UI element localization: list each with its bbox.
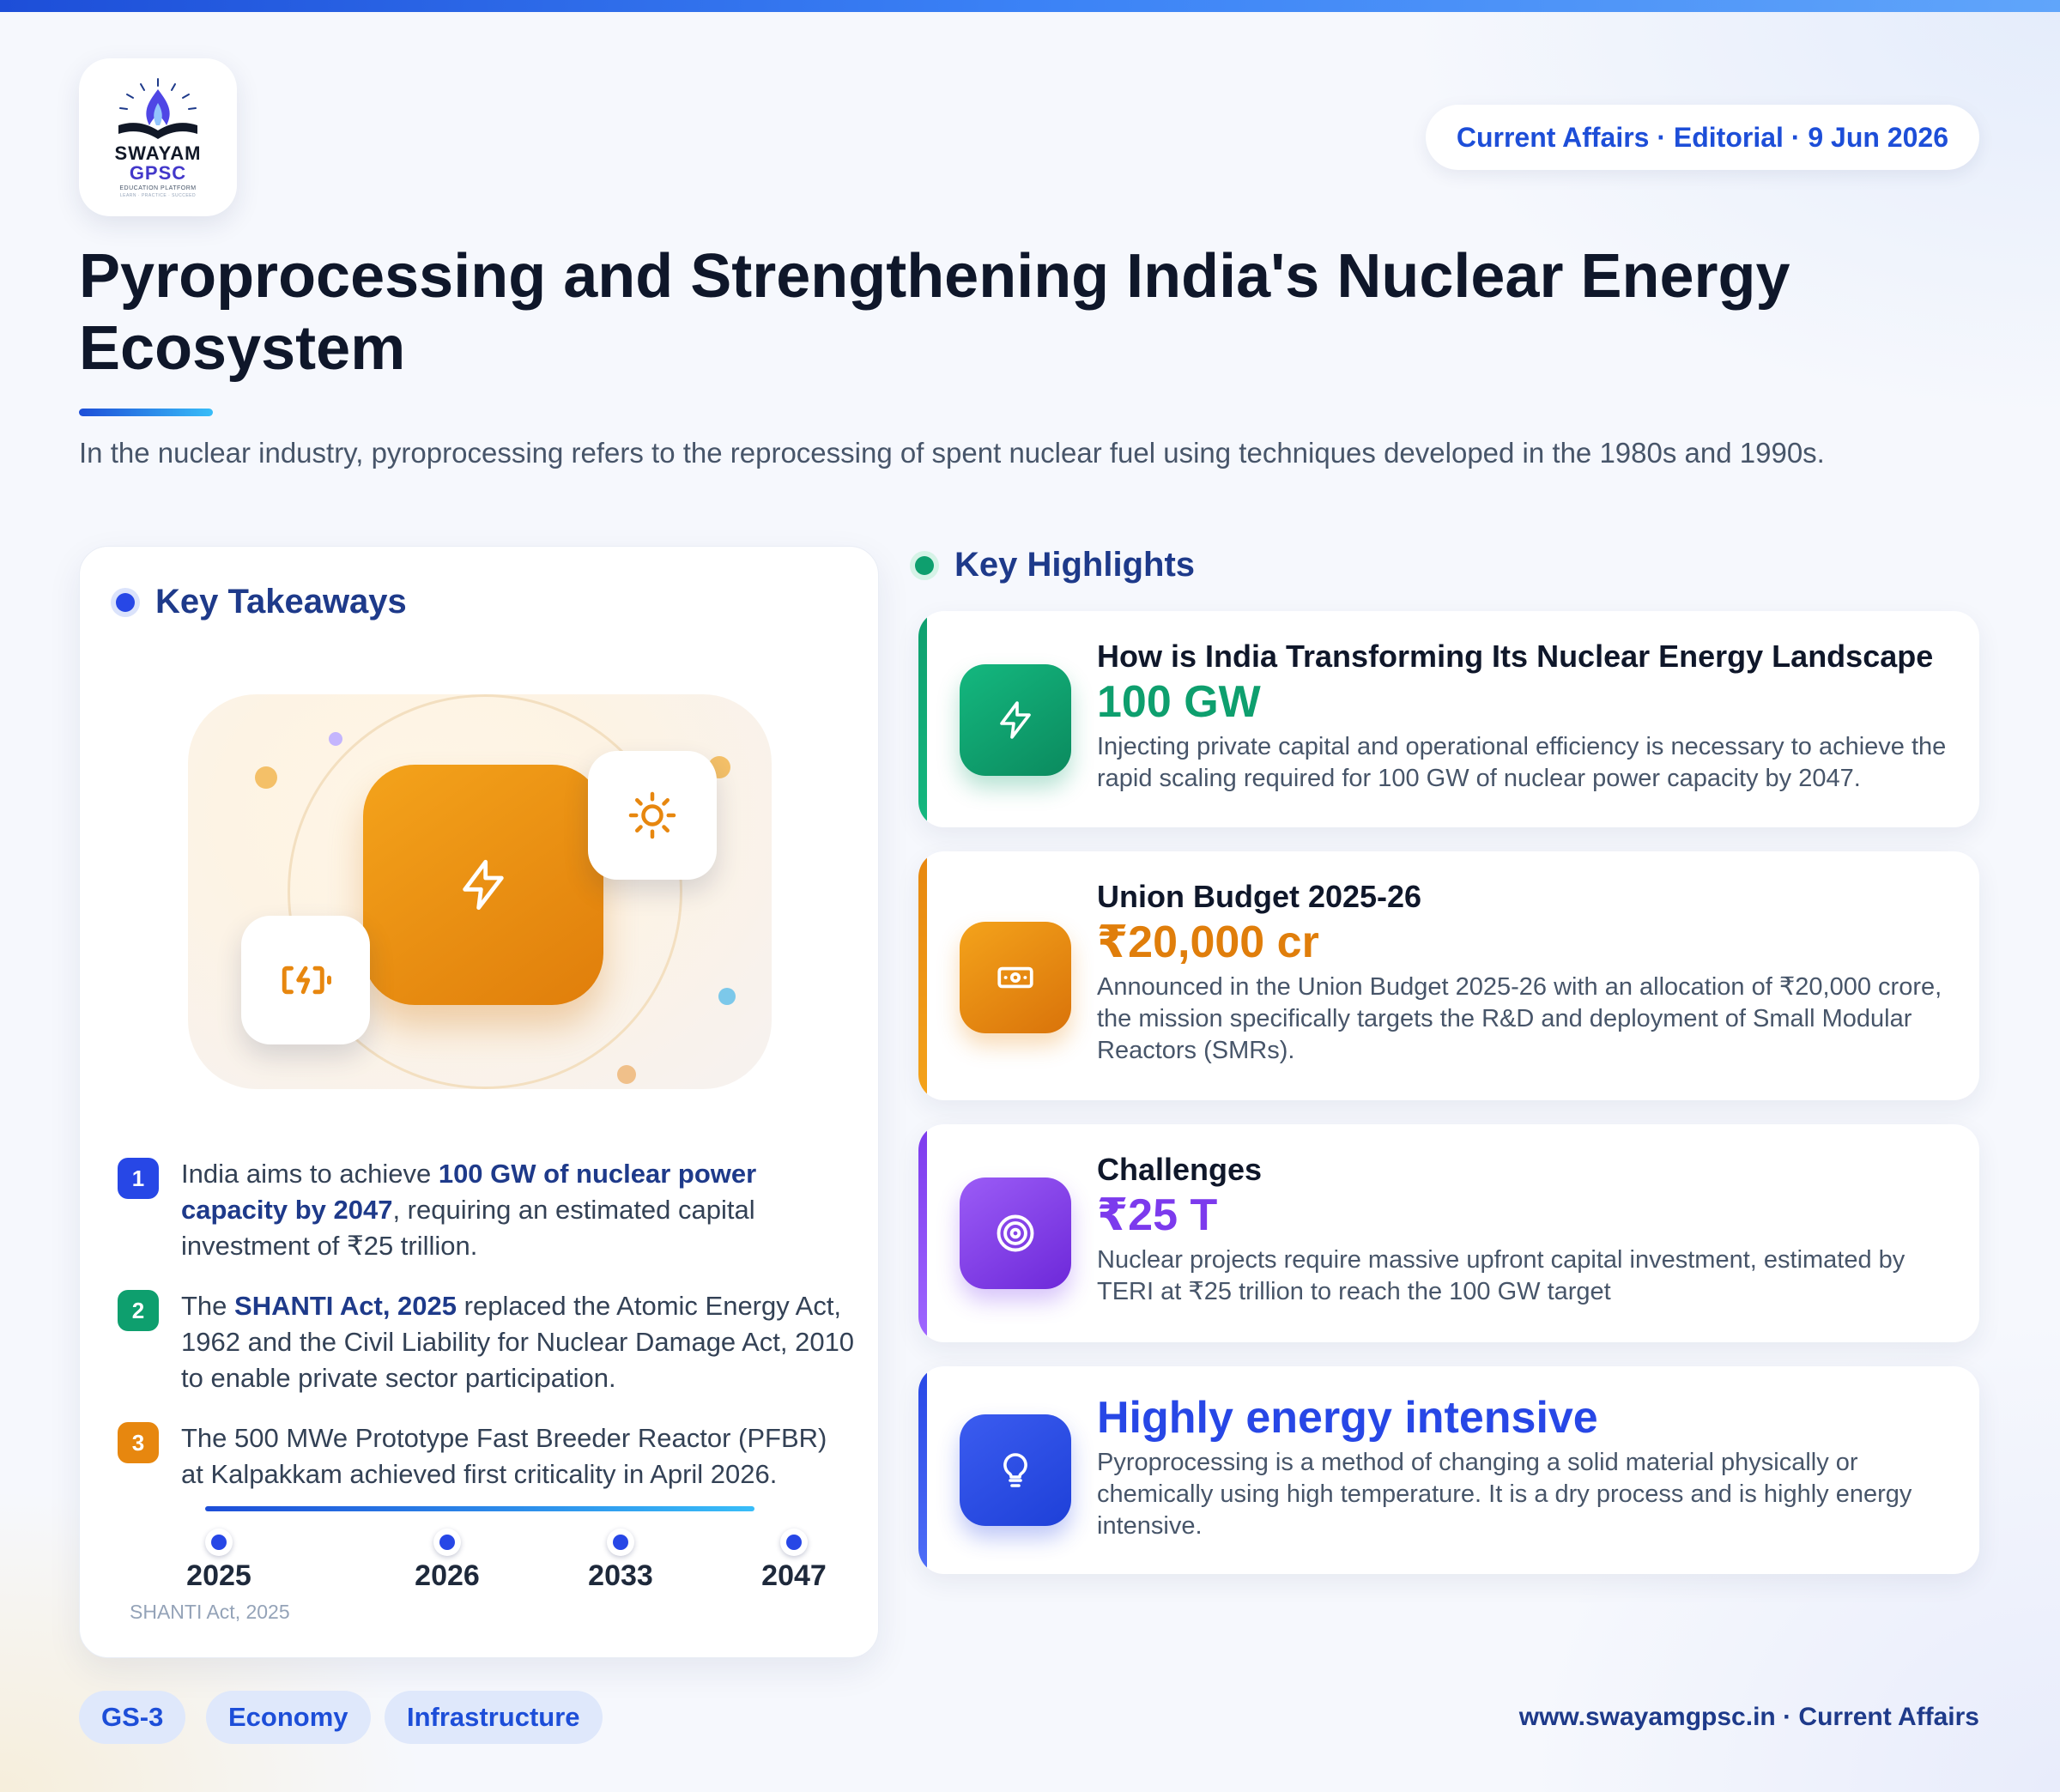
key-takeaways-card: Key Takeaways 1 India aims to achieve 10…: [79, 546, 879, 1658]
card-description: Announced in the Union Budget 2025-26 wi…: [1097, 973, 1942, 1064]
icon-tile: [960, 1414, 1071, 1526]
item-number-badge: 3: [118, 1422, 159, 1463]
date-badge: Current Affairs · Editorial · 9 Jun 2026: [1425, 105, 1979, 170]
card-value: ₹25 T: [1097, 1190, 1218, 1240]
tag-gs3[interactable]: GS-3: [79, 1691, 186, 1744]
flame-book-icon: [118, 77, 197, 139]
lightning-tile: [363, 765, 603, 1005]
title-underline: [79, 409, 213, 416]
card-accent: [918, 851, 927, 1100]
highlight-card-capacity: How is India Transforming Its Nuclear En…: [918, 611, 1979, 827]
brand-logo[interactable]: SWAYAM GPSC EDUCATION PLATFORM LEARN · P…: [79, 58, 237, 216]
card-description: Pyroprocessing is a method of changing a…: [1097, 1449, 1912, 1540]
lightning-icon: [463, 859, 504, 911]
list-item: 2 The SHANTI Act, 2025 replaced the Atom…: [118, 1288, 856, 1396]
list-item: 1 India aims to achieve 100 GW of nuclea…: [118, 1156, 856, 1264]
card-heading: How is India Transforming Its Nuclear En…: [1097, 639, 1934, 674]
decor-dot: [617, 1065, 636, 1084]
card-value: Highly energy intensive: [1097, 1393, 1598, 1443]
item-text: The SHANTI Act, 2025 replaced the Atomic…: [181, 1291, 855, 1393]
logo-word-2: GPSC: [129, 161, 187, 184]
highlight-card-budget: Union Budget 2025-26 ₹20,000 cr Announce…: [918, 851, 1979, 1100]
icon-tile: [960, 922, 1071, 1033]
card-heading: Union Budget 2025-26: [1097, 879, 1422, 914]
top-accent-bar: [0, 0, 2060, 12]
timeline-dot: [780, 1529, 808, 1556]
sun-icon: [628, 791, 676, 839]
timeline-year: 2026: [415, 1559, 480, 1592]
list-item: 3 The 500 MWe Prototype Fast Breeder Rea…: [118, 1420, 856, 1492]
banknote-icon: [997, 966, 1033, 989]
item-text: The 500 MWe Prototype Fast Breeder React…: [181, 1423, 827, 1489]
sun-tile: [588, 751, 717, 880]
decor-dot: [718, 988, 736, 1005]
key-takeaways-heading: Key Takeaways: [116, 583, 407, 621]
card-heading: Challenges: [1097, 1152, 1263, 1187]
item-number-badge: 1: [118, 1158, 159, 1199]
key-highlights-heading: Key Highlights: [915, 546, 1195, 584]
card-accent: [918, 1366, 927, 1574]
key-highlights-title: Key Highlights: [954, 546, 1196, 584]
timeline-year: 2033: [588, 1559, 653, 1592]
icon-tile: [960, 1178, 1071, 1289]
card-description: Nuclear projects require massive upfront…: [1097, 1246, 1905, 1305]
battery-tile: [241, 916, 370, 1044]
timeline-caption: SHANTI Act, 2025: [130, 1601, 290, 1623]
decor-dot: [329, 732, 342, 746]
intro-paragraph: In the nuclear industry, pyroprocessing …: [79, 437, 1825, 469]
footer-link[interactable]: www.swayamgpsc.in · Current Affairs: [1519, 1703, 1979, 1732]
timeline-line: [205, 1506, 754, 1511]
item-number-badge: 2: [118, 1290, 159, 1331]
card-value: 100 GW: [1097, 677, 1261, 727]
decor-dot: [255, 766, 277, 789]
key-takeaways-title: Key Takeaways: [155, 583, 407, 621]
card-accent: [918, 611, 927, 827]
logo-subtagline: LEARN · PRACTICE · SUCCEED: [119, 192, 197, 198]
target-icon: [997, 1214, 1034, 1252]
card-description: Injecting private capital and operationa…: [1097, 733, 1947, 792]
battery-charging-icon: [282, 966, 331, 995]
card-value: ₹20,000 cr: [1097, 917, 1319, 967]
heading-dot: [116, 592, 135, 612]
highlight-card-challenges: Challenges ₹25 T Nuclear projects requir…: [918, 1124, 1979, 1342]
lightbulb-icon: [1003, 1453, 1027, 1487]
card-accent: [918, 1124, 927, 1342]
item-text: India aims to achieve 100 GW of nuclear …: [181, 1159, 757, 1261]
lightning-icon: [1000, 701, 1031, 739]
logo-tagline: EDUCATION PLATFORM: [119, 185, 197, 191]
page-title: Pyroprocessing and Strengthening India's…: [79, 242, 1790, 383]
timeline-year: 2047: [761, 1559, 827, 1592]
takeaways-list: 1 India aims to achieve 100 GW of nuclea…: [118, 1156, 856, 1517]
timeline-year: 2025: [186, 1559, 251, 1592]
logo-word-1: SWAYAM: [114, 142, 202, 164]
timeline-dot: [607, 1529, 634, 1556]
timeline-dot: [433, 1529, 461, 1556]
tag-infrastructure[interactable]: Infrastructure: [385, 1691, 603, 1744]
icon-tile: [960, 664, 1071, 776]
highlight-card-energy: Highly energy intensive Pyroprocessing i…: [918, 1366, 1979, 1574]
timeline-dot: [205, 1529, 233, 1556]
heading-dot: [915, 555, 934, 575]
tag-economy[interactable]: Economy: [206, 1691, 371, 1744]
